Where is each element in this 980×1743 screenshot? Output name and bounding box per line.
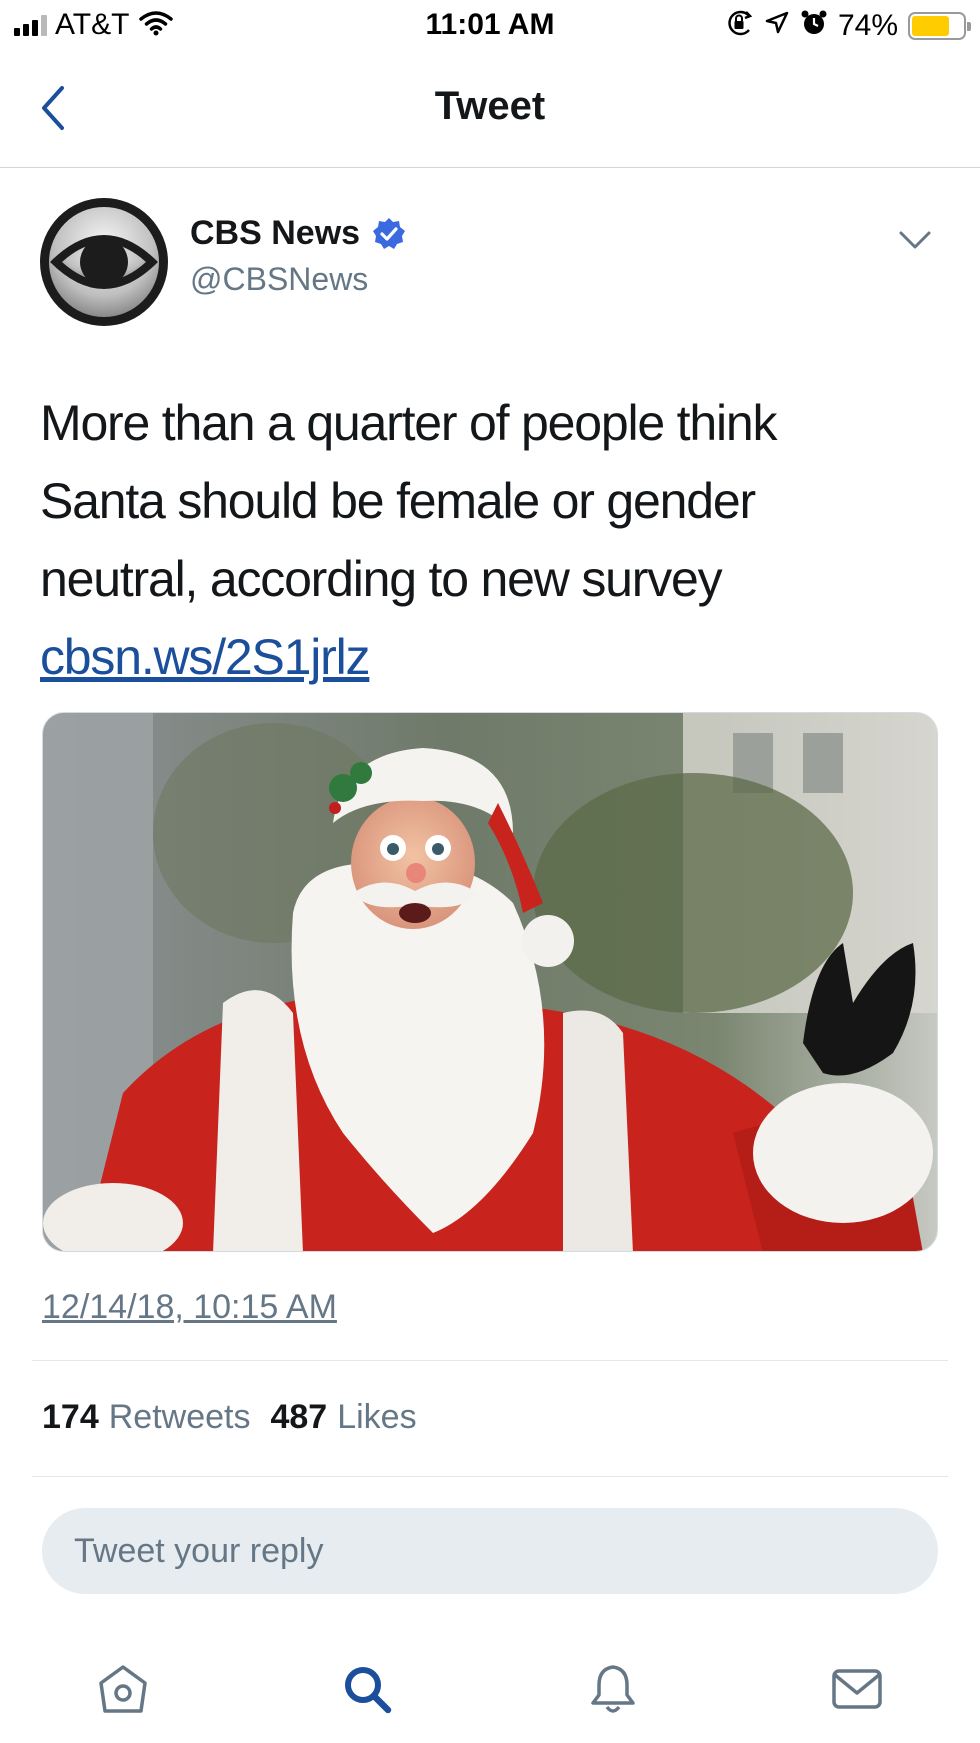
author-handle[interactable]: @CBSNews <box>190 261 406 298</box>
tweet-text-line: More than a quarter of people think <box>40 395 777 451</box>
avatar[interactable] <box>40 198 168 326</box>
tweet-stats: 174 Retweets 487 Likes <box>42 1398 417 1437</box>
search-icon <box>345 1667 392 1714</box>
orientation-lock-icon <box>724 8 754 43</box>
tweet-text-line: neutral, according to new survey <box>40 551 723 607</box>
alarm-icon <box>800 9 828 42</box>
reply-placeholder: Tweet your reply <box>74 1531 324 1570</box>
likes-label: Likes <box>337 1398 417 1436</box>
tweet-author[interactable]: CBS News @CBSNews <box>190 214 406 298</box>
tab-messages[interactable] <box>822 1654 892 1724</box>
tweet-link[interactable]: cbsn.ws/2S1jrlz <box>40 618 940 696</box>
status-bar: AT&T 11:01 AM 74% <box>0 0 980 54</box>
divider <box>32 1360 948 1361</box>
location-icon <box>764 10 790 41</box>
notifications-icon <box>591 1665 635 1713</box>
likes-stat[interactable]: 487 Likes <box>270 1398 416 1437</box>
tab-bar <box>0 1630 980 1743</box>
author-name[interactable]: CBS News <box>190 214 360 253</box>
page-title: Tweet <box>434 84 546 128</box>
chevron-down-icon <box>899 231 931 249</box>
tweet-text: More than a quarter of people think Sant… <box>40 384 940 696</box>
nav-bar: Tweet <box>0 54 980 168</box>
retweets-count: 174 <box>42 1398 99 1436</box>
tweet-text-line: Santa should be female or gender <box>40 473 756 529</box>
messages-icon <box>832 1669 882 1709</box>
retweets-label: Retweets <box>108 1398 251 1436</box>
likes-count: 487 <box>270 1398 328 1436</box>
cbs-eye-logo <box>42 200 166 324</box>
retweets-stat[interactable]: 174 Retweets <box>42 1398 250 1437</box>
tab-notifications[interactable] <box>578 1654 648 1724</box>
tweet-timestamp[interactable]: 12/14/18, 10:15 AM <box>42 1288 337 1327</box>
divider <box>32 1476 948 1477</box>
santa-photo-image <box>43 713 937 1251</box>
battery-percent: 74% <box>837 8 898 42</box>
tweet-photo[interactable] <box>42 712 938 1252</box>
tab-search[interactable] <box>332 1654 402 1724</box>
home-icon <box>99 1665 147 1713</box>
reply-input[interactable]: Tweet your reply <box>42 1508 938 1594</box>
verified-badge-icon <box>373 217 406 249</box>
more-options-button[interactable] <box>894 222 936 258</box>
battery-icon <box>908 11 971 40</box>
tab-home[interactable] <box>88 1654 158 1724</box>
